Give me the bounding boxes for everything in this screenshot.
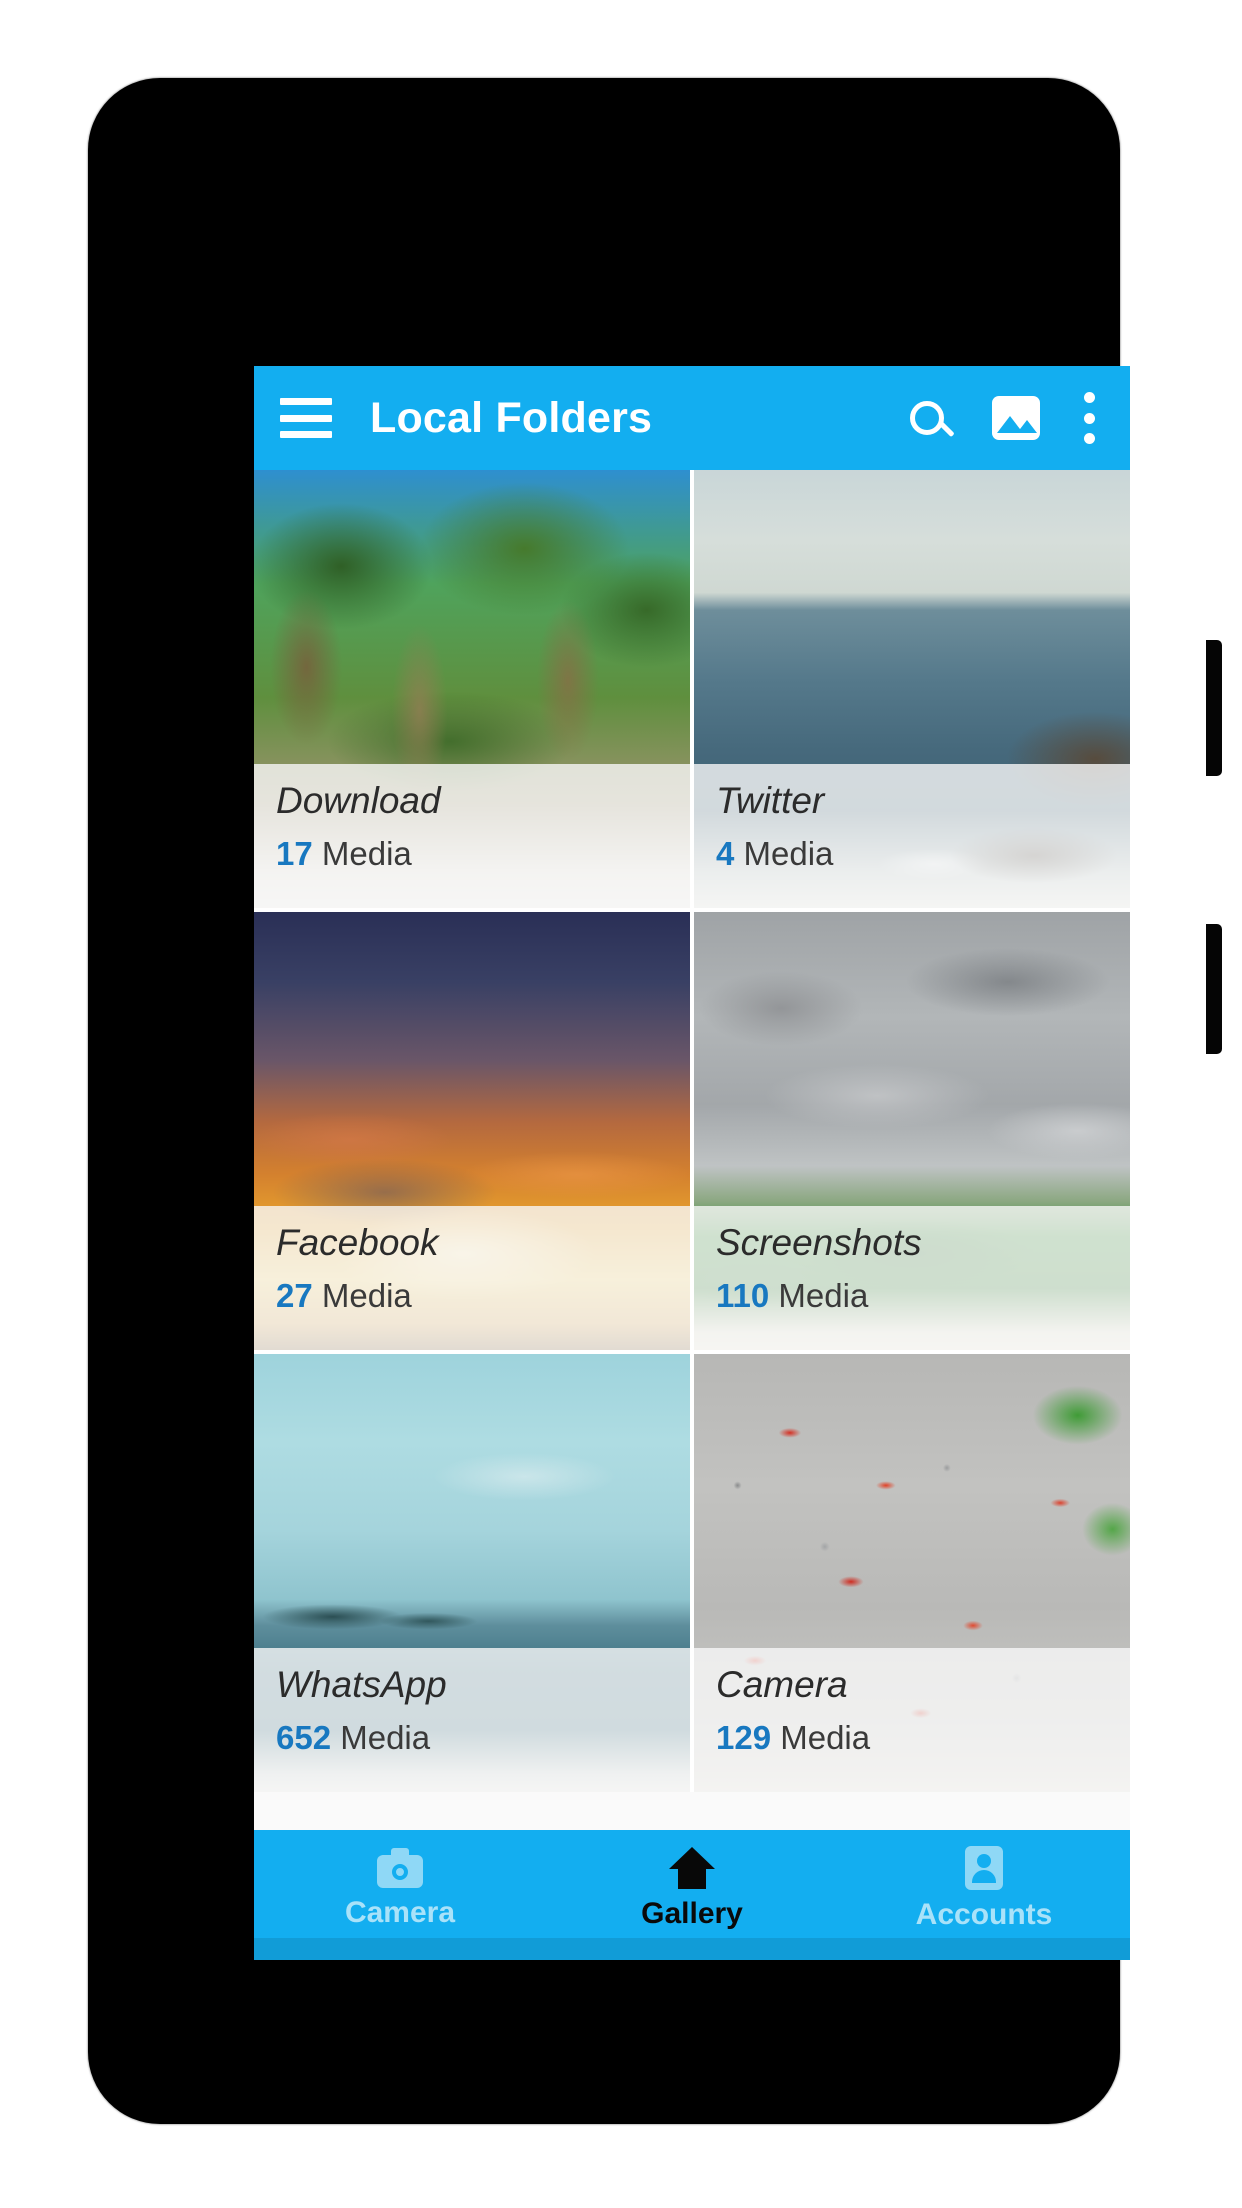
- nav-item-gallery[interactable]: Gallery: [546, 1830, 838, 1960]
- nav-item-accounts[interactable]: Accounts: [838, 1830, 1130, 1960]
- menu-bar-3: [280, 431, 332, 438]
- phone-screen: Local Folders Download 17 Media Twitter …: [254, 366, 1130, 1960]
- folder-info: Screenshots 110 Media: [694, 1206, 1130, 1350]
- folder-count: 129 Media: [716, 1719, 1108, 1757]
- folder-name: Screenshots: [716, 1222, 922, 1263]
- bottom-navigation-bar: Camera Gallery Accounts: [254, 1830, 1130, 1960]
- nav-label-gallery: Gallery: [641, 1897, 743, 1930]
- folder-name: Twitter: [716, 780, 825, 821]
- folder-count-number: 110: [716, 1276, 770, 1314]
- folder-name: WhatsApp: [276, 1664, 447, 1705]
- folder-count-number: 17: [276, 834, 313, 872]
- phone-device-frame: Local Folders Download 17 Media Twitter …: [88, 78, 1222, 2124]
- contact-icon: [965, 1846, 1003, 1890]
- folder-count-label: Media: [321, 1276, 412, 1314]
- folder-count-label: Media: [321, 834, 412, 872]
- camera-lens: [392, 1864, 408, 1880]
- app-bar: Local Folders: [254, 366, 1130, 470]
- folder-count-label: Media: [780, 1718, 871, 1756]
- folder-count: 17 Media: [276, 835, 668, 873]
- folder-card-facebook[interactable]: Facebook 27 Media: [254, 912, 690, 1350]
- folder-info: Facebook 27 Media: [254, 1206, 690, 1350]
- page-title: Local Folders: [370, 393, 653, 442]
- folder-card-screenshots[interactable]: Screenshots 110 Media: [694, 912, 1130, 1350]
- nav-item-camera[interactable]: Camera: [254, 1830, 546, 1960]
- nav-label-accounts: Accounts: [915, 1898, 1053, 1931]
- folder-grid: Download 17 Media Twitter 4 Media Facebo…: [254, 470, 1130, 1792]
- folder-count: 4 Media: [716, 835, 1108, 873]
- folder-count-number: 652: [276, 1718, 332, 1756]
- search-handle: [938, 420, 955, 438]
- volume-button[interactable]: [1206, 640, 1222, 776]
- folder-name: Download: [276, 780, 441, 821]
- image-icon[interactable]: [992, 396, 1040, 440]
- folder-info: Download 17 Media: [254, 764, 690, 908]
- folder-card-whatsapp[interactable]: WhatsApp 652 Media: [254, 1354, 690, 1792]
- menu-bar-1: [280, 398, 332, 405]
- folder-name: Camera: [716, 1664, 848, 1705]
- home-door: [687, 1877, 697, 1889]
- contact-torso: [972, 1870, 996, 1883]
- folder-count-number: 129: [716, 1718, 772, 1756]
- nav-label-camera: Camera: [344, 1896, 456, 1929]
- search-lens: [910, 401, 955, 438]
- more-vertical-icon[interactable]: [1080, 392, 1098, 444]
- folder-info: Twitter 4 Media: [694, 764, 1130, 908]
- folder-card-camera[interactable]: Camera 129 Media: [694, 1354, 1130, 1792]
- folder-name: Facebook: [276, 1222, 439, 1263]
- folder-count-number: 4: [716, 834, 735, 872]
- folder-info: WhatsApp 652 Media: [254, 1648, 690, 1792]
- dot-2: [1083, 412, 1095, 424]
- app-bar-actions: [902, 392, 1104, 444]
- folder-count: 652 Media: [276, 1719, 668, 1757]
- home-roof: [669, 1847, 715, 1869]
- folder-count: 27 Media: [276, 1277, 668, 1315]
- dot-3: [1083, 433, 1095, 444]
- folder-count-label: Media: [743, 834, 834, 872]
- dot-1: [1083, 392, 1095, 403]
- contact-head: [977, 1854, 991, 1868]
- folder-count: 110 Media: [716, 1277, 1108, 1315]
- search-icon[interactable]: [902, 393, 955, 443]
- image-icon-glyph: [992, 396, 1040, 440]
- power-button[interactable]: [1206, 924, 1222, 1054]
- folder-count-number: 27: [276, 1276, 313, 1314]
- home-icon: [669, 1847, 715, 1889]
- hamburger-menu-icon[interactable]: [280, 398, 332, 438]
- folder-info: Camera 129 Media: [694, 1648, 1130, 1792]
- folder-count-label: Media: [340, 1718, 431, 1756]
- folder-card-twitter[interactable]: Twitter 4 Media: [694, 470, 1130, 908]
- folder-count-label: Media: [778, 1276, 869, 1314]
- menu-bar-2: [280, 414, 332, 422]
- camera-icon: [377, 1848, 423, 1888]
- folder-card-download[interactable]: Download 17 Media: [254, 470, 690, 908]
